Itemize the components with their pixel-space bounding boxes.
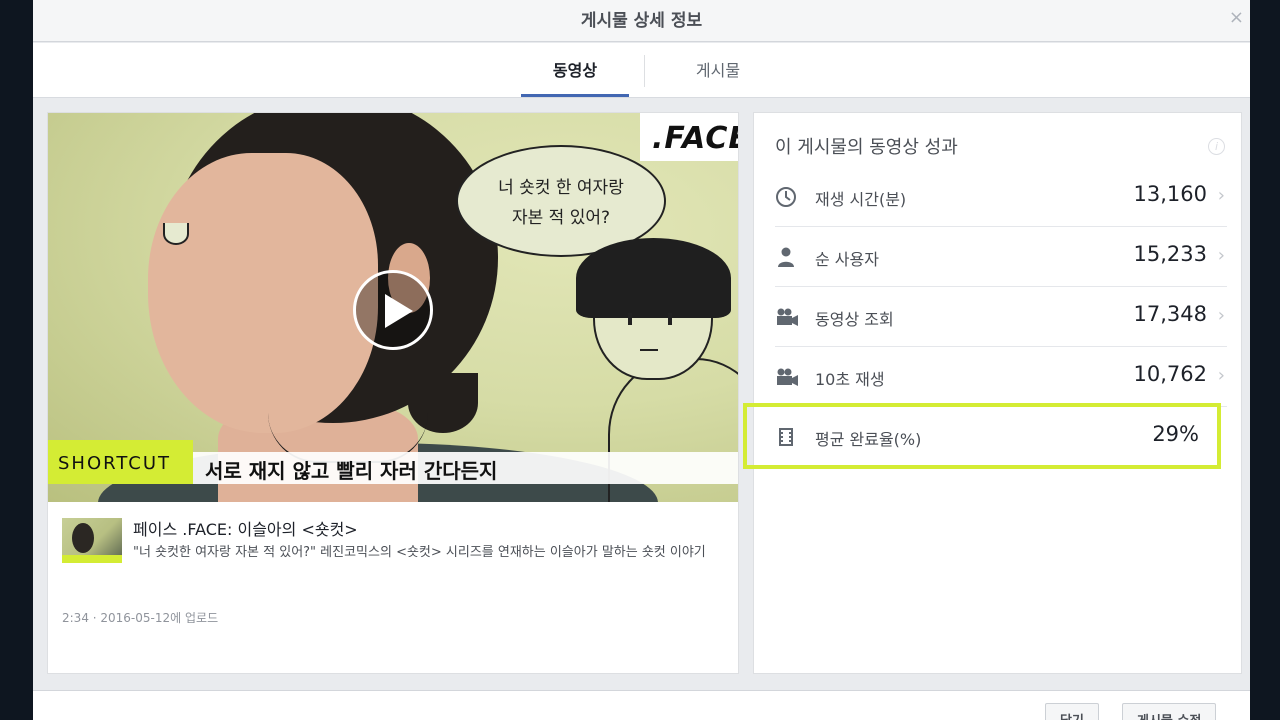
video-card: 너 숏컷 한 여자랑 자본 적 있어? .FACE SHORTCUT 서로 재지… (47, 112, 739, 674)
metric-row-video-views[interactable]: 동영상 조회 17,348 › (775, 287, 1227, 347)
chevron-right-icon: › (1217, 245, 1225, 266)
face-logo-text: .FACE (652, 121, 738, 156)
metric-row-watch-time[interactable]: 재생 시간(분) 13,160 › (775, 167, 1227, 227)
caption-tag-text: SHORTCUT (58, 453, 172, 474)
info-icon[interactable]: i (1208, 138, 1225, 155)
video-camera-icon (775, 366, 798, 388)
metric-value: 17,348 (1133, 302, 1207, 326)
metric-label: 순 사용자 (815, 250, 879, 269)
highlight-box (743, 403, 1221, 469)
performance-card: 이 게시물의 동영상 성과 i 재생 시간(분) 13,160 › 순 사용자 … (743, 112, 1242, 674)
post-meta: 2:34 · 2016-05-12에 업로드 (62, 611, 219, 625)
clock-icon (775, 186, 797, 208)
metric-label: 재생 시간(분) (815, 190, 907, 209)
post-details-modal: 게시물 상세 정보 × 동영상 게시물 너 숏컷 한 여자랑 자본 적 있어? (33, 0, 1250, 720)
performance-title: 이 게시물의 동영상 성과 (775, 137, 958, 158)
video-camera-icon (775, 306, 798, 328)
caption-tag: SHORTCUT (48, 440, 193, 484)
metric-row-10s-views[interactable]: 10초 재생 10,762 › (775, 347, 1227, 407)
tab-video[interactable]: 동영상 (521, 43, 629, 97)
tab-post[interactable]: 게시물 (673, 43, 763, 98)
chevron-right-icon: › (1217, 185, 1225, 206)
tab-divider (644, 55, 645, 87)
edit-post-button[interactable]: 게시물 수정 (1122, 703, 1217, 720)
cartoon-eye (628, 313, 632, 325)
metric-label: 동영상 조회 (815, 310, 894, 329)
video-person-face (148, 153, 378, 433)
video-player[interactable]: 너 숏컷 한 여자랑 자본 적 있어? .FACE SHORTCUT 서로 재지… (48, 113, 738, 502)
modal-footer: 닫기 게시물 수정 (33, 690, 1250, 720)
cartoon-hair (576, 238, 731, 318)
chevron-right-icon: › (1217, 305, 1225, 326)
caption-text: 서로 재지 않고 빨리 자러 간다든지 (205, 459, 498, 483)
tab-bar: 동영상 게시물 (33, 43, 1250, 98)
caption-background: 서로 재지 않고 빨리 자러 간다든지 (193, 452, 738, 484)
modal-header: 게시물 상세 정보 × (33, 0, 1250, 42)
person-icon (775, 246, 797, 268)
metric-value: 10,762 (1133, 362, 1207, 386)
post-description: "너 숏컷한 여자랑 자본 적 있어?" 레진코믹스의 <숏컷> 시리즈를 연재… (133, 545, 706, 560)
metric-row-unique-users[interactable]: 순 사용자 15,233 › (775, 227, 1227, 287)
metric-value: 15,233 (1133, 242, 1207, 266)
play-button[interactable] (353, 270, 433, 350)
speech-bubble-tail (163, 223, 189, 245)
speech-bubble-text: 너 숏컷 한 여자랑 자본 적 있어? (498, 178, 624, 228)
close-icon[interactable]: × (1229, 8, 1244, 28)
post-thumbnail[interactable] (62, 518, 122, 563)
post-title[interactable]: 페이스 .FACE: 이슬아의 <숏컷> (133, 516, 358, 540)
metric-value: 13,160 (1133, 182, 1207, 206)
chevron-right-icon: › (1217, 365, 1225, 386)
cartoon-mouth (640, 349, 658, 351)
face-logo: .FACE (640, 113, 738, 161)
metric-label: 10초 재생 (815, 370, 885, 389)
video-caption: SHORTCUT 서로 재지 않고 빨리 자러 간다든지 (48, 440, 738, 484)
close-button[interactable]: 닫기 (1045, 703, 1099, 720)
modal-title: 게시물 상세 정보 (580, 11, 703, 31)
cartoon-eye (668, 313, 672, 325)
